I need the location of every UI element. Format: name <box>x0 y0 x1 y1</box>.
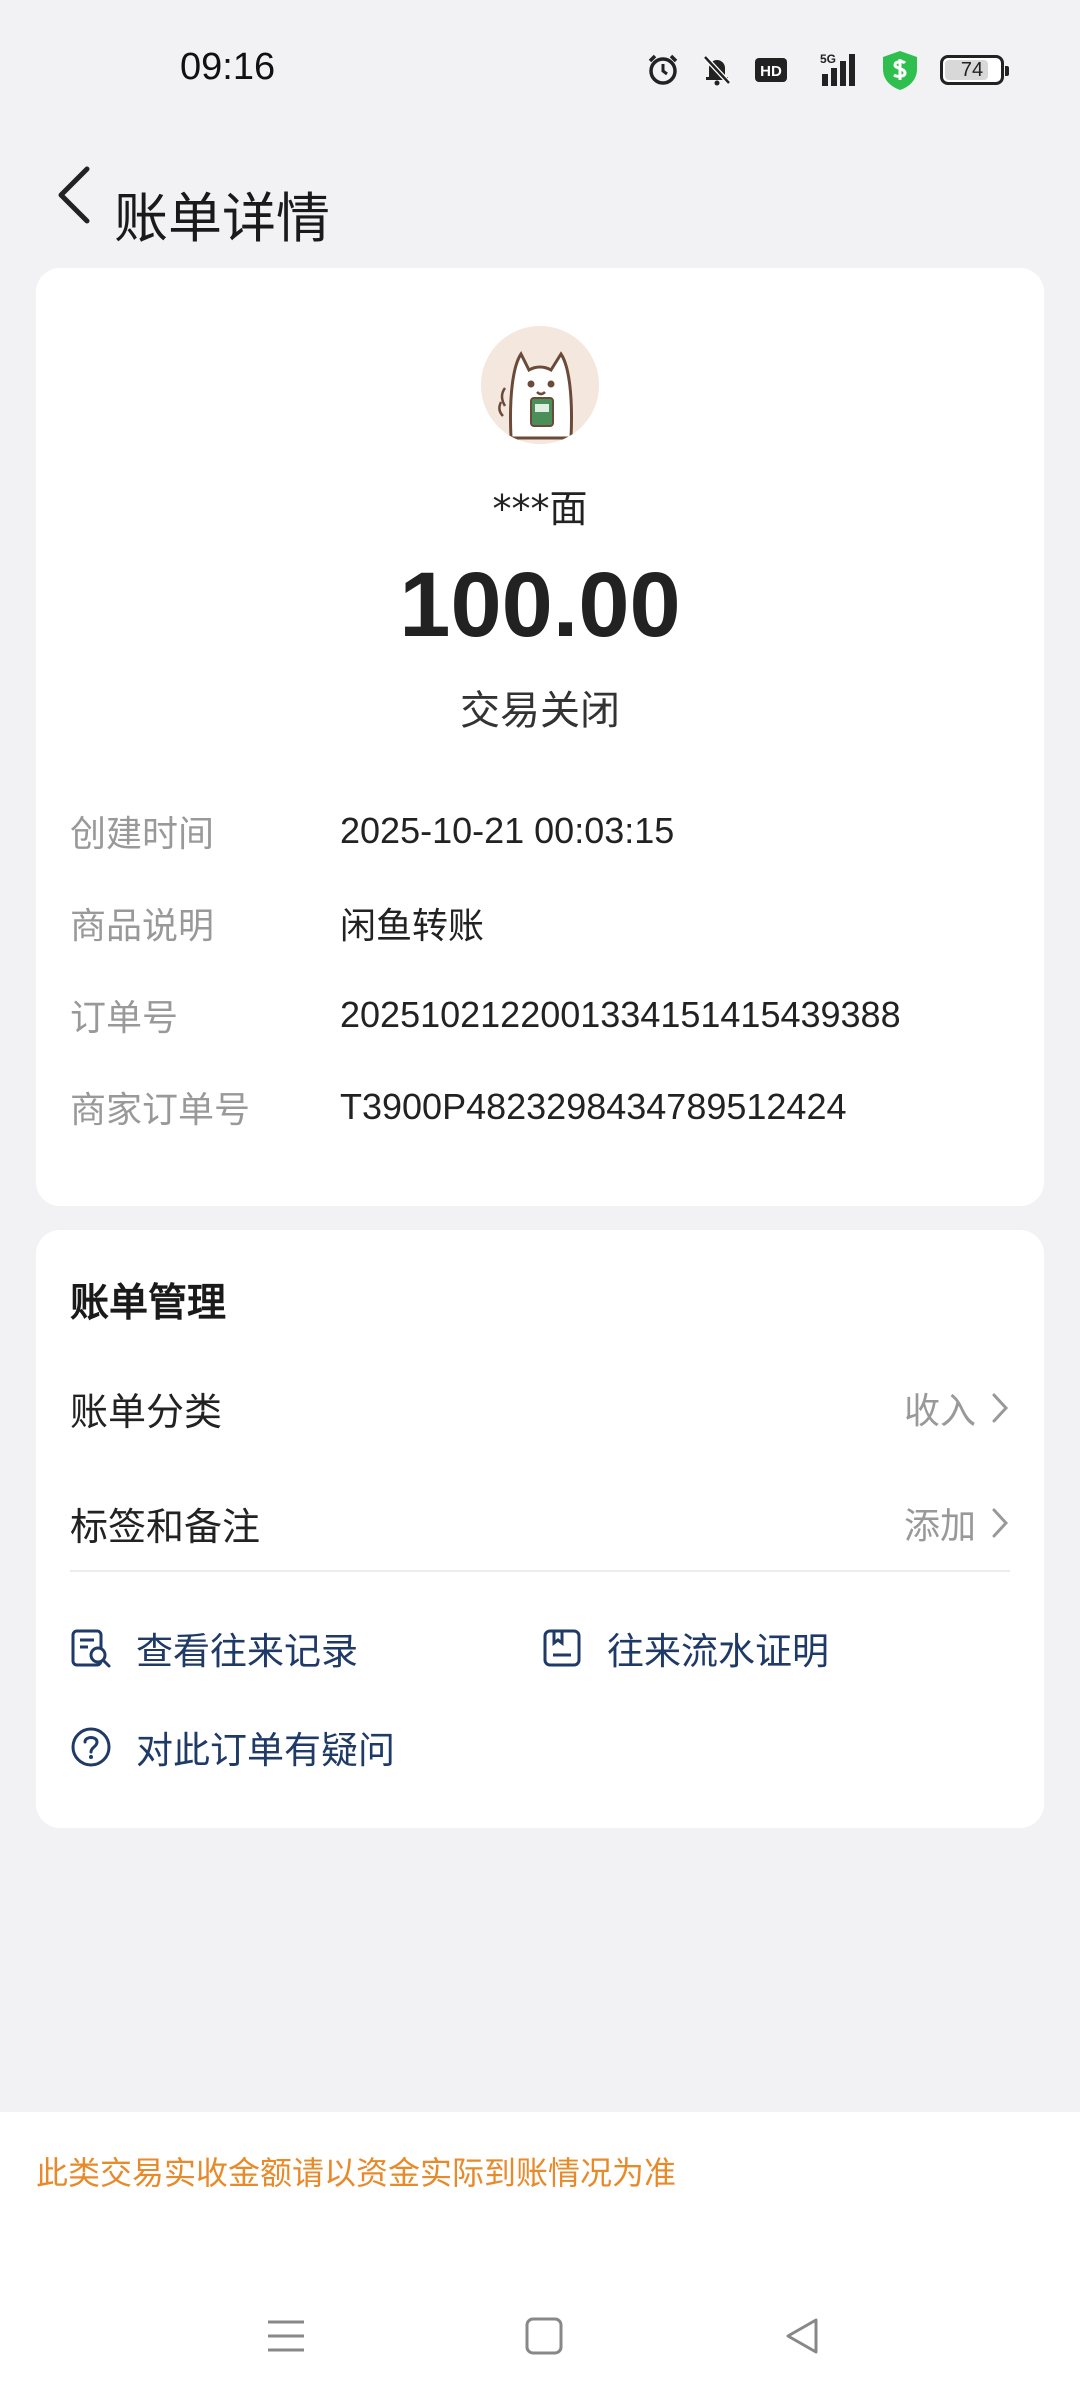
bill-manage-card: 账单管理 账单分类 收入 标签和备注 添加 查看往来记录 往来流水证明 对此订单… <box>36 1230 1044 1828</box>
chevron-right-icon <box>992 1508 1009 1538</box>
transaction-status: 交易关闭 <box>460 688 620 734</box>
back-triangle-icon <box>786 2318 818 2354</box>
detail-value[interactable]: 2025102122001334151415439388 <box>340 994 901 1036</box>
status-icons: HD 5G 74 <box>646 48 1009 92</box>
bill-summary-card: ***面 100.00 交易关闭 创建时间 2025-10-21 00:03:1… <box>36 268 1044 1206</box>
shield-dollar-icon <box>880 49 920 91</box>
payee-name: ***面 <box>492 487 588 531</box>
amount: 100.00 <box>399 554 681 656</box>
back-arrow-icon <box>58 166 90 224</box>
order-question-link[interactable]: 对此订单有疑问 <box>70 1712 395 1782</box>
tags-notes-row[interactable]: 标签和备注 添加 <box>70 1478 1010 1568</box>
avatar[interactable] <box>481 326 599 444</box>
detail-value[interactable]: T3900P4823298434789512424 <box>340 1086 847 1128</box>
row-label: 标签和备注 <box>70 1504 261 1549</box>
link-label: 对此订单有疑问 <box>136 1729 395 1772</box>
battery-level: 74 <box>960 58 984 81</box>
detail-value: 2025-10-21 00:03:15 <box>340 810 675 851</box>
question-icon <box>71 1727 111 1767</box>
home-square-icon <box>525 2317 563 2355</box>
chevron-right-icon <box>992 1393 1009 1423</box>
row-right: 添加 <box>904 1497 1010 1549</box>
5g-signal-icon: 5G <box>808 52 860 88</box>
detail-row-description: 商品说明 闲鱼转账 <box>70 893 1010 953</box>
row-value: 收入 <box>903 1391 976 1432</box>
row-value: 添加 <box>903 1506 976 1547</box>
hd-icon: HD <box>754 56 788 84</box>
network-label: 5G <box>820 52 836 66</box>
row-label: 账单分类 <box>70 1389 223 1434</box>
cat-avatar-icon <box>481 326 599 444</box>
status-bar: 09:16 HD 5G 74 <box>0 0 1080 140</box>
link-label: 查看往来记录 <box>136 1630 358 1673</box>
view-history-link[interactable]: 查看往来记录 <box>70 1613 358 1683</box>
header: 账单详情 <box>0 140 1080 270</box>
system-nav-bar <box>0 2290 1080 2380</box>
page-title: 账单详情 <box>114 187 330 250</box>
link-label: 往来流水证明 <box>607 1630 829 1673</box>
detail-label: 商品说明 <box>70 906 215 947</box>
detail-label: 订单号 <box>70 998 179 1039</box>
status-time: 09:16 <box>180 46 276 88</box>
record-search-icon <box>71 1629 111 1668</box>
divider <box>70 1570 1010 1572</box>
statement-icon <box>543 1629 581 1667</box>
nav-home-button[interactable] <box>514 2306 574 2366</box>
detail-label: 创建时间 <box>70 814 215 855</box>
row-right: 收入 <box>904 1382 1010 1434</box>
alarm-icon <box>646 53 680 87</box>
detail-row-merchant-order-number: 商家订单号 T3900P4823298434789512424 <box>70 1077 1010 1137</box>
detail-value: 闲鱼转账 <box>340 905 485 946</box>
bill-category-row[interactable]: 账单分类 收入 <box>70 1363 1010 1453</box>
statement-proof-link[interactable]: 往来流水证明 <box>541 1613 829 1683</box>
hd-label: HD <box>760 63 782 80</box>
back-button[interactable] <box>28 150 118 240</box>
notice-text: 此类交易实收金额请以资金实际到账情况为准 <box>36 2154 677 2192</box>
detail-label: 商家订单号 <box>70 1090 251 1131</box>
menu-icon <box>268 2320 304 2352</box>
nav-back-button[interactable] <box>772 2306 832 2366</box>
detail-row-created-time: 创建时间 2025-10-21 00:03:15 <box>70 801 1010 861</box>
battery-icon: 74 <box>940 55 1009 85</box>
section-title: 账单管理 <box>70 1281 227 1326</box>
nav-menu-button[interactable] <box>256 2306 316 2366</box>
mute-bell-icon <box>700 53 734 87</box>
detail-row-order-number: 订单号 2025102122001334151415439388 <box>70 985 1010 1045</box>
